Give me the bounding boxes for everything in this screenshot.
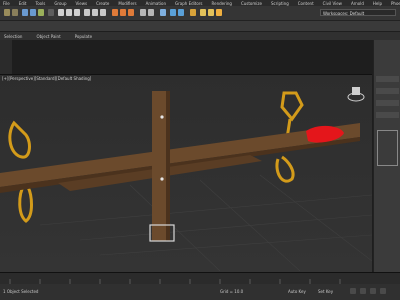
modifier-stack[interactable]: [377, 130, 398, 166]
menu-item-graph-editors[interactable]: Graph Editors: [175, 1, 202, 6]
render-frame-icon[interactable]: [208, 9, 214, 16]
menu-item-arnold[interactable]: Arnold: [351, 1, 364, 6]
menu-item-modifiers[interactable]: Modifiers: [118, 1, 136, 6]
time-config-button[interactable]: [380, 288, 386, 294]
command-panel: [373, 40, 400, 272]
link-icon[interactable]: [22, 9, 28, 16]
move-icon[interactable]: [84, 9, 90, 16]
render-setup-icon[interactable]: [200, 9, 206, 16]
menu-item-customize[interactable]: Customize: [241, 1, 262, 6]
bolt-upper: [160, 115, 164, 119]
view-cube[interactable]: [347, 87, 365, 102]
render-icon[interactable]: [216, 9, 222, 16]
menu-item-scripting[interactable]: Scripting: [271, 1, 289, 6]
schematic-icon[interactable]: [178, 9, 184, 16]
next-frame-button[interactable]: [360, 288, 366, 294]
select-icon[interactable]: [58, 9, 64, 16]
scene-canvas: [0, 87, 372, 272]
layer-icon[interactable]: [160, 9, 166, 16]
seesaw-plank: [0, 123, 360, 187]
angle-snap-icon[interactable]: [120, 9, 126, 16]
menu-item-create[interactable]: Create: [96, 1, 109, 6]
menu-item-phoenix-fd[interactable]: Phoenix FD: [391, 1, 400, 6]
panel-button-4[interactable]: [376, 112, 399, 118]
auto-key-button[interactable]: Auto Key: [288, 289, 306, 294]
menu-item-views[interactable]: Views: [76, 1, 88, 6]
selection-filter-icon[interactable]: [48, 9, 54, 16]
center-post-side: [166, 91, 170, 241]
center-post: [152, 91, 166, 241]
workspace-dropdown[interactable]: Workspaces: Default: [320, 9, 396, 16]
ribbon-tab-populate[interactable]: Populate: [75, 34, 92, 39]
ribbon-tab-object-paint[interactable]: Object Paint: [36, 34, 60, 39]
undo-icon[interactable]: [4, 9, 10, 16]
grid-status: Grid = 10.0: [220, 289, 244, 294]
menu-item-civil-view[interactable]: Civil View: [323, 1, 342, 6]
ribbon: [0, 21, 400, 31]
menu-item-group[interactable]: Group: [54, 1, 66, 6]
scale-icon[interactable]: [100, 9, 106, 16]
menu-item-rendering[interactable]: Rendering: [212, 1, 232, 6]
unlink-icon[interactable]: [30, 9, 36, 16]
mirror-icon[interactable]: [140, 9, 146, 16]
ground-grid: [39, 174, 372, 272]
set-key-button[interactable]: Set Key: [318, 289, 333, 294]
left-toolbar: [0, 40, 12, 74]
material-editor-icon[interactable]: [190, 9, 196, 16]
menu-item-help[interactable]: Help: [373, 1, 382, 6]
menu-item-tools[interactable]: Tools: [35, 1, 45, 6]
status-bar: 1 Object Selected Grid = 10.0 Auto Key S…: [0, 284, 400, 300]
align-icon[interactable]: [148, 9, 154, 16]
curve-editor-icon[interactable]: [170, 9, 176, 16]
select-by-name-icon[interactable]: [66, 9, 72, 16]
ribbon-tab-selection[interactable]: Selection: [4, 34, 22, 39]
rect-select-icon[interactable]: [74, 9, 80, 16]
redo-icon[interactable]: [12, 9, 18, 16]
perspective-viewport[interactable]: [+][Perspective][Standard][Default Shadi…: [0, 74, 372, 273]
bolt-lower: [160, 177, 164, 181]
snap-icon[interactable]: [112, 9, 118, 16]
ribbon-tabs: Selection Object Paint Populate: [0, 32, 400, 40]
selection-status: 1 Object Selected: [3, 289, 39, 294]
menu-item-file[interactable]: File: [3, 1, 10, 6]
seesaw-plank-side: [0, 137, 360, 193]
percent-snap-icon[interactable]: [128, 9, 134, 16]
menu-item-content[interactable]: Content: [298, 1, 314, 6]
end-button[interactable]: [370, 288, 376, 294]
menu-item-edit[interactable]: Edit: [19, 1, 27, 6]
panel-button-3[interactable]: [376, 100, 399, 106]
panel-button-2[interactable]: [376, 88, 399, 94]
panel-button-1[interactable]: [376, 76, 399, 82]
bind-icon[interactable]: [38, 9, 44, 16]
menu-item-animation[interactable]: Animation: [146, 1, 166, 6]
play-button[interactable]: [350, 288, 356, 294]
main-toolbar: Workspaces: Default: [0, 6, 400, 21]
rotate-icon[interactable]: [92, 9, 98, 16]
